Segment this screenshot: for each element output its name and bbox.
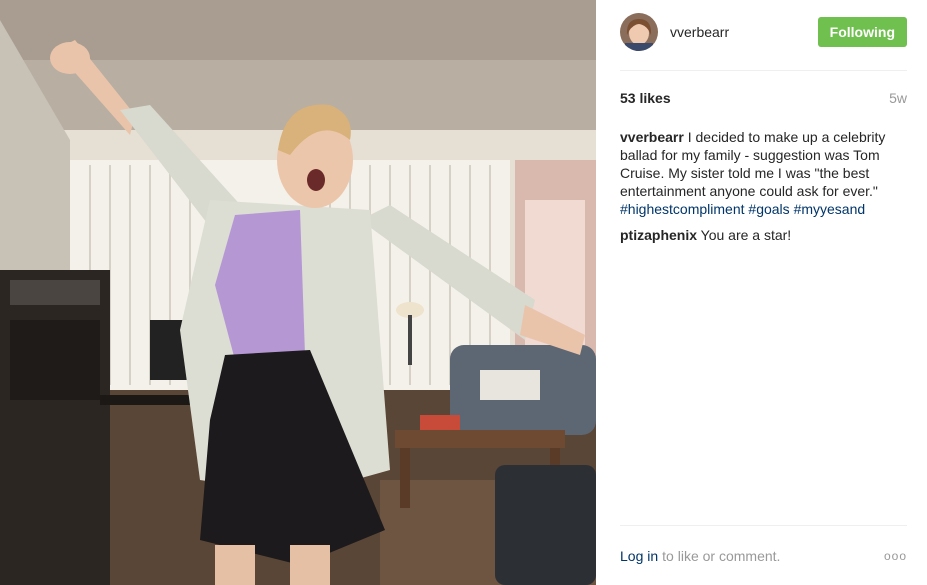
comment-text: You are a star! [700,227,792,243]
login-prompt-text: to like or comment. [662,548,781,564]
post-age[interactable]: 5w [889,90,907,106]
hashtag-link[interactable]: #highestcompliment [620,201,745,217]
hashtag-link[interactable]: #goals [748,201,789,217]
post-photo[interactable] [0,0,596,585]
hashtag-link[interactable]: #myyesand [794,201,866,217]
comment-list: vverbearr I decided to make up a celebri… [620,128,907,252]
post-username[interactable]: vverbearr [670,24,729,40]
post-header: vverbearr Following [620,12,907,52]
caption: vverbearr I decided to make up a celebri… [620,128,907,218]
footer-divider [620,525,907,526]
caption-username[interactable]: vverbearr [620,129,684,145]
photo-illustration [0,0,596,585]
likes-row: 53 likes 5w [620,90,907,106]
comment-item: ptizaphenix You are a star! [620,226,907,244]
instagram-post: vverbearr Following 53 likes 5w vverbear… [0,0,927,585]
login-link[interactable]: Log in [620,548,658,564]
following-button[interactable]: Following [817,17,907,47]
comment-username[interactable]: ptizaphenix [620,227,697,243]
likes-count[interactable]: 53 likes [620,90,671,106]
avatar[interactable] [620,13,658,51]
header-divider [620,70,907,71]
avatar-image [620,13,658,51]
more-options-icon[interactable]: ooo [884,549,907,563]
post-sidebar: vverbearr Following 53 likes 5w vverbear… [596,0,927,585]
post-footer: Log in to like or comment. ooo [620,548,907,564]
